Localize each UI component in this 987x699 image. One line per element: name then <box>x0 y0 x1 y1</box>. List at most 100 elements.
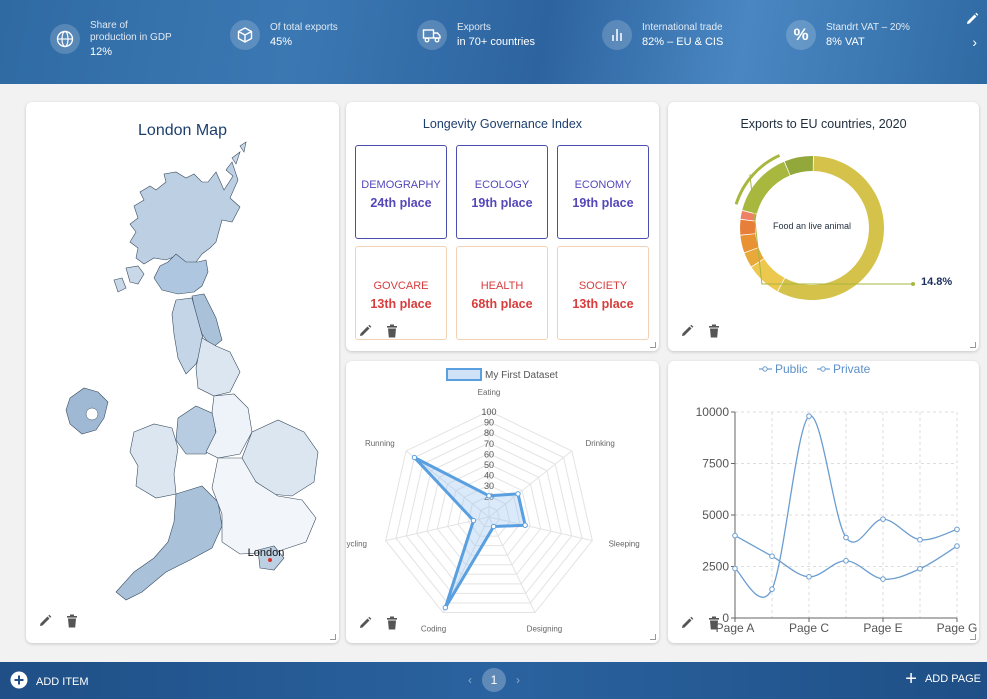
stat-exports-countries: Exports in 70+ countries <box>417 20 535 50</box>
stat-value: 8% VAT <box>826 36 865 48</box>
chevron-right-icon[interactable]: › <box>972 34 977 50</box>
tile-demography[interactable]: DEMOGRAPHY 24th place <box>355 145 447 239</box>
edit-icon[interactable] <box>680 324 694 343</box>
resize-handle[interactable] <box>970 634 976 640</box>
radar-tick-label: 70 <box>484 439 494 449</box>
donut-slice <box>740 219 756 235</box>
stat-vat: % Standrt VAT – 20% 8% VAT <box>786 20 910 50</box>
radar-point <box>515 491 521 497</box>
map-region <box>115 485 223 601</box>
delete-icon[interactable] <box>708 324 720 343</box>
stat-value: in 70+ countries <box>457 36 535 48</box>
add-page-button[interactable]: + ADD PAGE <box>905 669 981 689</box>
donut-card-tools <box>680 324 720 343</box>
line-card-tools <box>680 616 720 635</box>
radar-point <box>486 493 492 499</box>
london-label: London <box>248 547 285 559</box>
tile-place: 13th place <box>370 297 432 311</box>
stat-label: Share of production in GDP <box>90 20 172 43</box>
line-point <box>769 553 775 559</box>
map-region <box>85 407 99 421</box>
map-card-tools <box>38 614 78 633</box>
page-number[interactable]: 1 <box>482 668 506 692</box>
delete-icon[interactable] <box>708 616 720 635</box>
delete-icon[interactable] <box>386 616 398 635</box>
stat-label: Of total exports <box>270 22 338 33</box>
delete-icon[interactable] <box>66 614 78 633</box>
globe-icon <box>50 24 80 54</box>
radar-chart[interactable]: My First Dataset 2030405060708090100Eati… <box>346 361 659 643</box>
stats-header: Share of production in GDP 12% Of total e… <box>0 0 987 84</box>
box-icon <box>230 20 260 50</box>
stat-exports-share: Of total exports 45% <box>230 20 338 50</box>
line-chart[interactable]: Public Private 025005000750010000Page AP… <box>668 361 979 643</box>
edit-icon[interactable] <box>680 616 694 635</box>
resize-handle[interactable] <box>330 634 336 640</box>
legend-public[interactable]: Public <box>759 362 808 376</box>
tile-economy[interactable]: ECONOMY 19th place <box>557 145 649 239</box>
line-point <box>954 526 960 533</box>
donut-chart[interactable]: Food an live animal 14.8% <box>668 102 979 351</box>
tile-society[interactable]: SOCIETY 13th place <box>557 246 649 340</box>
radar-point <box>470 517 477 524</box>
tile-place: 13th place <box>572 297 634 311</box>
line-point <box>769 586 775 593</box>
index-card: Longevity Governance Index DEMOGRAPHY 24t… <box>346 102 659 351</box>
uk-map[interactable]: London <box>26 102 339 643</box>
tile-name: SOCIETY <box>578 280 628 292</box>
legend-private[interactable]: Private <box>817 362 871 376</box>
donut-slice <box>784 156 814 176</box>
radar-point <box>442 605 449 611</box>
edit-icon[interactable] <box>358 616 372 635</box>
prev-page-icon[interactable]: ‹ <box>468 673 472 687</box>
tile-place: 19th place <box>471 196 533 210</box>
tile-place: 24th place <box>370 196 432 210</box>
line-point <box>732 565 738 572</box>
y-tick-label: 7500 <box>702 457 729 471</box>
radar-axis-label: Eating <box>478 388 501 397</box>
line-point <box>917 565 923 572</box>
resize-handle[interactable] <box>650 634 656 640</box>
resize-handle[interactable] <box>970 342 976 348</box>
radar-axis-label: Sleeping <box>609 539 640 548</box>
stat-label: International trade <box>642 22 723 33</box>
map-region <box>231 141 247 165</box>
line-point <box>843 557 849 564</box>
bottom-toolbar: ADD ITEM ‹ 1 › + ADD PAGE <box>0 662 987 699</box>
delete-icon[interactable] <box>386 324 398 343</box>
radar-card: My First Dataset 2030405060708090100Eati… <box>346 361 659 643</box>
map-region <box>129 423 179 499</box>
radar-legend-swatch <box>446 368 482 381</box>
plus-circle-icon <box>10 671 28 692</box>
tile-name: DEMOGRAPHY <box>361 179 441 191</box>
tile-health[interactable]: HEALTH 68th place <box>456 246 548 340</box>
edit-icon[interactable] <box>358 324 372 343</box>
add-item-label: ADD ITEM <box>36 675 89 688</box>
radar-point <box>490 523 497 530</box>
line-point <box>806 574 812 580</box>
line-grid <box>731 411 958 619</box>
stat-value: 82% – EU & CIS <box>642 36 724 48</box>
x-tick-label: Page G <box>937 621 978 635</box>
tile-name: GOVCARE <box>373 280 429 292</box>
radar-tick-label: 60 <box>484 449 494 459</box>
stat-value: 45% <box>270 36 293 48</box>
radar-card-tools <box>358 616 398 635</box>
donut-slice <box>751 259 785 292</box>
edit-icon[interactable] <box>38 614 52 633</box>
map-card: London Map London <box>26 102 339 643</box>
add-item-button[interactable]: ADD ITEM <box>10 671 89 692</box>
x-tick-label: Page C <box>789 621 829 635</box>
truck-icon <box>417 20 447 50</box>
add-page-label: ADD PAGE <box>924 673 981 685</box>
radar-tick-label: 100 <box>481 407 496 417</box>
radar-axis-label: Coding <box>421 625 446 634</box>
donut-center-label: Food an live animal <box>773 221 851 231</box>
y-tick-label: 2500 <box>702 560 729 574</box>
donut-callout-dot <box>911 282 915 286</box>
tile-ecology[interactable]: ECOLOGY 19th place <box>456 145 548 239</box>
next-page-icon[interactable]: › <box>516 673 520 687</box>
resize-handle[interactable] <box>650 342 656 348</box>
edit-header-icon[interactable] <box>965 12 979 31</box>
radar-tick-label: 30 <box>484 481 494 491</box>
